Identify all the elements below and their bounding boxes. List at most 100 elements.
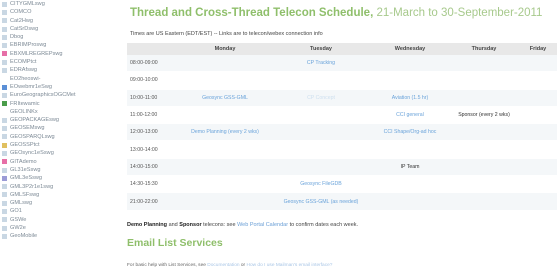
bullet-square-icon — [2, 200, 7, 206]
sidebar-item-label: EBXMLREGREPswg — [10, 50, 63, 57]
sidebar-item-label: Cat2Hwg — [10, 17, 34, 24]
schedule-cell-wed[interactable]: CCI Shape/Org-ad hoc — [371, 123, 449, 142]
email-help-text: For basic help with List Services, see D… — [127, 263, 333, 268]
schedule-cell-tue — [271, 71, 371, 90]
schedule-cell-mon — [179, 175, 271, 194]
bullet-square-icon — [2, 175, 7, 181]
schedule-cell-tue[interactable]: Geosync GSS-GML (as needed) — [271, 192, 371, 211]
sidebar-item[interactable]: GMLswg — [2, 199, 110, 207]
schedule-cell-tue — [271, 140, 371, 159]
sidebar-item[interactable]: EuroGeographicsOGCMet — [2, 91, 110, 99]
schedule-cell-tue — [271, 106, 371, 125]
sidebar-item[interactable]: GITAdemo — [2, 158, 110, 166]
sidebar-item-label: GITAdemo — [10, 158, 37, 165]
sidebar-item-label: GSWe — [10, 216, 27, 223]
table-row: 09:00-10:00 — [127, 71, 557, 90]
sidebar-item[interactable]: Cat2Hwg — [2, 17, 110, 25]
sidebar-item[interactable]: GEOLINKx — [2, 108, 110, 116]
bullet-square-icon — [2, 34, 7, 40]
header-friday: Friday — [519, 43, 557, 55]
schedule-cell-wed: IP Team — [371, 158, 449, 177]
schedule-cell-thu — [449, 89, 519, 107]
mailman-help-link[interactable]: How do I use Mailman's email interface? — [246, 263, 332, 268]
sidebar-item[interactable]: EBRIMProswg — [2, 41, 110, 49]
bullet-square-icon — [2, 126, 7, 132]
schedule-cell-fri — [519, 71, 557, 90]
time-cell: 14:30-15:30 — [127, 175, 179, 194]
bullet-square-icon — [2, 1, 7, 7]
sidebar-item[interactable]: COMCO — [2, 8, 110, 16]
schedule-cell-thu — [449, 158, 519, 177]
header-wednesday: Wednesday — [371, 43, 449, 55]
bullet-square-icon — [2, 184, 7, 190]
sidebar-item[interactable]: GW2e — [2, 224, 110, 232]
sidebar-item[interactable]: FRItewamic — [2, 100, 110, 108]
sidebar-item-label: EuroGeographicsOGCMet — [10, 92, 76, 99]
sidebar-item[interactable]: Dbog — [2, 33, 110, 41]
bullet-square-icon — [2, 167, 7, 173]
sidebar-item[interactable]: GEOSPARQLswg — [2, 133, 110, 141]
sidebar-item[interactable]: GeoMobile — [2, 232, 110, 240]
schedule-cell-mon — [179, 106, 271, 125]
header-time — [127, 43, 179, 55]
sidebar-item[interactable]: GEOPACKAGEswg — [2, 116, 110, 124]
sidebar-item[interactable]: GML3eSswg — [2, 174, 110, 182]
bullet-square-icon — [2, 150, 7, 156]
sidebar-item[interactable]: GEOsync1eSswg — [2, 149, 110, 157]
schedule-cell-thu: Sponsor (every 2 wks) — [449, 106, 519, 125]
sidebar-item[interactable]: EOwebmr1eSwg — [2, 83, 110, 91]
sidebar-item[interactable]: GEOSSPtct — [2, 141, 110, 149]
sidebar-item[interactable]: ECOMPtct — [2, 58, 110, 66]
sidebar-item[interactable]: GMLSFswg — [2, 191, 110, 199]
sidebar-item[interactable]: GO1 — [2, 207, 110, 215]
sidebar-item-label: EDRAfswg — [10, 67, 38, 74]
web-portal-calendar-link[interactable]: Web Portal Calendar — [237, 222, 288, 228]
sidebar-item[interactable]: GEOSEMswg — [2, 124, 110, 132]
time-cell: 12:00-13:00 — [127, 123, 179, 142]
header-tuesday: Tuesday — [271, 43, 371, 55]
header-monday: Monday — [179, 43, 271, 55]
schedule-cell-tue[interactable]: Geosync FileGDB — [271, 175, 371, 194]
schedule-cell-wed — [371, 71, 449, 90]
bullet-square-icon — [2, 233, 7, 239]
bullet-square-icon — [2, 76, 7, 82]
sidebar-item-label: COMCO — [10, 9, 32, 16]
sidebar-item[interactable]: GSWe — [2, 216, 110, 224]
schedule-cell-thu — [449, 140, 519, 159]
bullet-square-icon — [2, 209, 7, 215]
schedule-cell-fri — [519, 192, 557, 211]
bullet-square-icon — [2, 225, 7, 231]
schedule-cell-mon[interactable]: Geosync GSS-GML — [179, 89, 271, 107]
sidebar-item-label: GL31eSswg — [10, 166, 41, 173]
bullet-square-icon — [2, 18, 7, 24]
bullet-square-icon — [2, 101, 7, 107]
time-cell: 09:00-10:00 — [127, 71, 179, 90]
sidebar-item-label: ECOMPtct — [10, 59, 37, 66]
bullet-square-icon — [2, 142, 7, 148]
sidebar-item-label: CatSrDswg — [10, 25, 39, 32]
schedule-cell-wed[interactable]: CCI general — [371, 106, 449, 125]
sidebar-item[interactable]: CITYGMLswg — [2, 0, 110, 8]
schedule-cell-mon — [179, 55, 271, 73]
documentation-link[interactable]: Documentation — [207, 263, 239, 268]
sidebar-item[interactable]: EO2heoswi- — [2, 75, 110, 83]
schedule-cell-wed — [371, 55, 449, 73]
bullet-square-icon — [2, 159, 7, 165]
schedule-cell-thu — [449, 175, 519, 194]
bullet-square-icon — [2, 43, 7, 49]
sidebar-item-label: GEOPACKAGEswg — [10, 117, 60, 124]
schedule-cell-tue[interactable]: CP Concept — [271, 89, 371, 107]
sidebar-item[interactable]: GML3P2r1e1swg — [2, 183, 110, 191]
sidebar-item[interactable]: GL31eSswg — [2, 166, 110, 174]
schedule-cell-fri — [519, 89, 557, 107]
time-cell: 08:00-09:00 — [127, 55, 179, 73]
schedule-cell-fri — [519, 123, 557, 142]
time-cell: 14:00-15:00 — [127, 158, 179, 177]
sidebar-item[interactable]: CatSrDswg — [2, 25, 110, 33]
sidebar-item[interactable]: EBXMLREGREPswg — [2, 50, 110, 58]
schedule-cell-mon[interactable]: Demo Planning (every 2 wks) — [179, 123, 271, 142]
schedule-cell-wed[interactable]: Aviation (1.5 hr) — [371, 89, 449, 107]
schedule-cell-thu — [449, 192, 519, 211]
schedule-cell-tue[interactable]: CP Tracking — [271, 55, 371, 73]
sidebar-item[interactable]: EDRAfswg — [2, 66, 110, 74]
